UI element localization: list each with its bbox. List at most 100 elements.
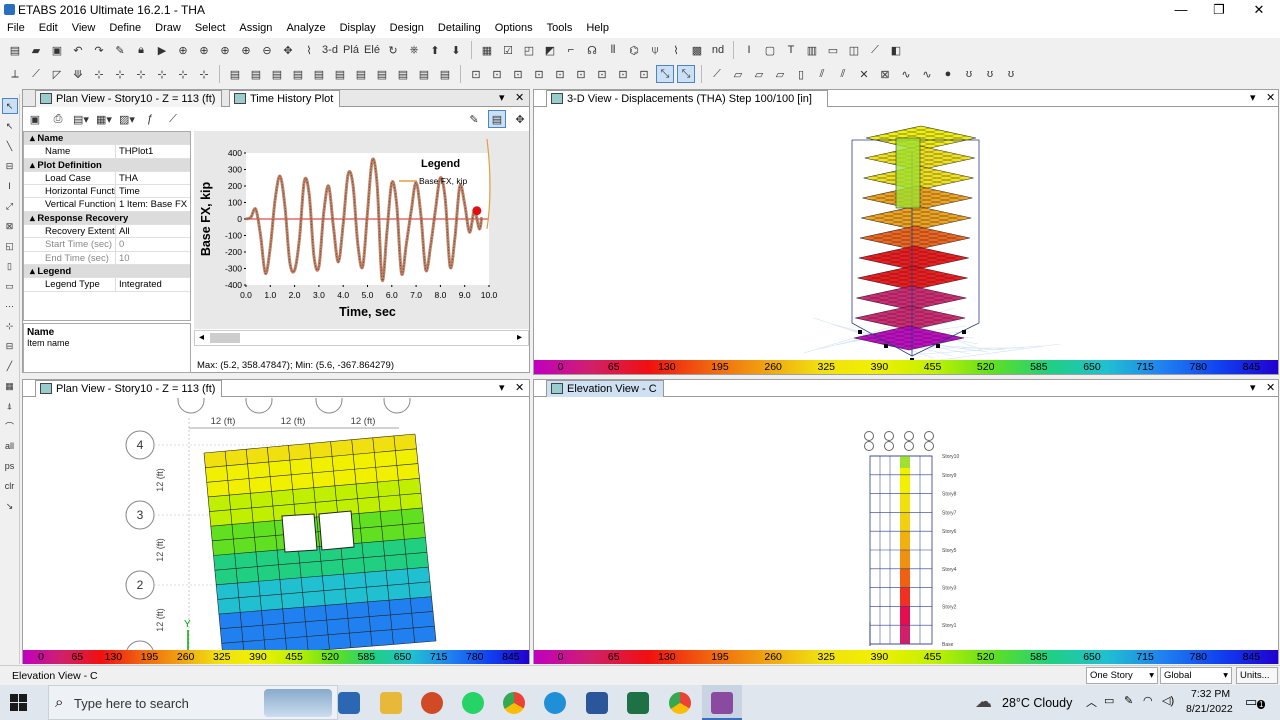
function-icon[interactable]: ƒ (141, 110, 159, 128)
maximize-button[interactable]: ❐ (1200, 0, 1238, 20)
show-forces-icon[interactable]: ⌐ (562, 41, 580, 59)
zoom-window-icon[interactable]: ⊕ (174, 41, 192, 59)
move-plot-icon[interactable]: ✥ (511, 110, 529, 128)
undo-icon[interactable]: ↶ (69, 41, 87, 59)
floor-icon[interactable]: ▭ (824, 41, 842, 59)
draw-brace-icon[interactable]: ⫽ (834, 65, 852, 83)
section-icon[interactable]: ◧ (887, 41, 905, 59)
lock-icon[interactable]: 🔒︎ (132, 41, 150, 59)
scroll-left-icon[interactable]: ◂ (199, 332, 204, 343)
perspective-icon[interactable]: ⎈ (405, 41, 423, 59)
show-stress-icon[interactable]: ⫴ (604, 41, 622, 59)
draw-cross-icon[interactable]: ✕ (855, 65, 873, 83)
taskbar-app-icon[interactable] (627, 692, 649, 714)
coordinate-system-select[interactable]: Global ▾ (1160, 667, 1232, 684)
menu-help[interactable]: Help (579, 20, 616, 36)
menu-file[interactable]: File (0, 20, 32, 36)
prop-row[interactable]: Legend Type Integrated (24, 278, 190, 292)
new-model-icon[interactable]: ▤ (6, 41, 24, 59)
panel-menu-chevron-icon[interactable]: ▾ (499, 91, 505, 104)
divide-icon[interactable]: ▤ (394, 65, 412, 83)
taskbar-chrome2-icon[interactable] (669, 692, 691, 714)
clear-selection-icon[interactable]: ▤ (268, 65, 286, 83)
mesh-icon[interactable]: ▤ (373, 65, 391, 83)
panel-close-icon[interactable]: ✕ (515, 91, 524, 104)
menu-assign[interactable]: Assign (232, 20, 279, 36)
taskbar-explorer-icon[interactable] (380, 692, 402, 714)
draw-rect-icon[interactable]: ⊠ (2, 218, 18, 234)
wall-icon[interactable]: ▢ (761, 41, 779, 59)
rubber-band-icon[interactable]: ⌇ (300, 41, 318, 59)
draw-tendon-icon[interactable]: ⋯ (2, 298, 18, 314)
plan-view-button[interactable]: Plá (342, 41, 360, 59)
design-check-icon[interactable]: ʊ (981, 65, 999, 83)
zoom-in-icon[interactable]: ⊕ (237, 41, 255, 59)
move-up-icon[interactable]: ⬆ (426, 41, 444, 59)
taskbar-chrome-icon[interactable] (503, 692, 525, 714)
brace-icon[interactable]: ▥ (803, 41, 821, 59)
menu-detailing[interactable]: Detailing (431, 20, 488, 36)
draw-spring-icon[interactable]: ∿ (897, 65, 915, 83)
draw-beam-icon[interactable]: ⊟ (2, 158, 18, 174)
scroll-thumb[interactable] (210, 333, 240, 343)
slab-icon[interactable]: ◫ (845, 41, 863, 59)
prop-row[interactable]: Horizontal Functic Time (24, 185, 190, 199)
tab-plan-view[interactable]: Plan View - Story10 - Z = 113 (ft) (35, 90, 223, 107)
menu-design[interactable]: Design (383, 20, 431, 36)
panel-menu-chevron-icon[interactable]: ▾ (1250, 91, 1256, 104)
draw-dimension-icon[interactable]: ⟋ (866, 41, 884, 59)
building-3d-model[interactable] (534, 108, 1278, 360)
panel-close-icon[interactable]: ✕ (1266, 91, 1275, 104)
menu-display[interactable]: Display (333, 20, 383, 36)
snap-mid-icon[interactable]: ⊡ (509, 65, 527, 83)
show-tables-icon[interactable]: ▩ (688, 41, 706, 59)
prop-row[interactable]: Start Time (sec) 0 (24, 238, 190, 252)
assign-diaphragm-icon[interactable]: ⊹ (153, 65, 171, 83)
snap-perp-icon[interactable]: ⊡ (551, 65, 569, 83)
chart-scrollbar[interactable]: ◂ ▸ (194, 330, 529, 346)
minimize-button[interactable]: — (1162, 0, 1200, 20)
draw-reference-icon[interactable]: ⍋ (2, 398, 18, 414)
nd-button[interactable]: nd (709, 41, 727, 59)
edit-plot-icon[interactable]: ✎ (465, 110, 483, 128)
menu-options[interactable]: Options (488, 20, 540, 36)
draw-grid-lines-icon[interactable]: ▦ (2, 378, 18, 394)
design-display-icon[interactable]: ʊ (1002, 65, 1020, 83)
draw-wall-stack-icon[interactable]: ▯ (2, 258, 18, 274)
tab-3d-view[interactable]: 3-D View - Displacements (THA) Step 100/… (546, 90, 828, 107)
clock-time[interactable]: 7:32 PM (1191, 688, 1230, 700)
select-all-icon[interactable]: ▤ (226, 65, 244, 83)
zoom-fit-icon[interactable]: ⊕ (216, 41, 234, 59)
draw-area-icon[interactable]: ▱ (729, 65, 747, 83)
menu-edit[interactable]: Edit (32, 20, 65, 36)
properties-toggle-icon[interactable]: ▤ (488, 110, 506, 128)
close-button[interactable]: ✕ (1240, 0, 1278, 20)
snap-angle-icon[interactable]: ⊡ (635, 65, 653, 83)
draw-floor-icon[interactable]: ▱ (771, 65, 789, 83)
prop-row[interactable]: Recovery Extent All (24, 225, 190, 239)
taskbar-powerpoint-icon[interactable] (421, 692, 443, 714)
replicate-icon[interactable]: ▤ (352, 65, 370, 83)
taskbar-search-box[interactable]: ⌕ Type here to search (48, 685, 338, 720)
draw-braces-icon[interactable]: ⤢ (2, 198, 18, 214)
clear-selection-text-icon[interactable]: clr (2, 478, 18, 494)
rotate-icon[interactable]: ↻ (384, 41, 402, 59)
snap-curve-icon[interactable]: ⤡ (677, 65, 695, 83)
pan-icon[interactable]: ✥ (279, 41, 297, 59)
column-icon[interactable]: I (740, 41, 758, 59)
snap-grid-icon[interactable]: ⊡ (614, 65, 632, 83)
snap-lines-icon[interactable]: ⊡ (572, 65, 590, 83)
previous-selection-icon[interactable]: ps (2, 458, 18, 474)
select-group-icon[interactable]: ▤ (331, 65, 349, 83)
menu-tools[interactable]: Tools (540, 20, 580, 36)
menu-view[interactable]: View (65, 20, 103, 36)
snap-ends-icon[interactable]: ⊡ (488, 65, 506, 83)
show-frame-icon[interactable]: ⌬ (625, 41, 643, 59)
save-plot-icon[interactable]: ▣ (26, 110, 44, 128)
merge-icon[interactable]: ▤ (415, 65, 433, 83)
story-select[interactable]: One Story ▾ (1086, 667, 1158, 684)
select-by-icon[interactable]: ▤ (289, 65, 307, 83)
taskbar-word-icon[interactable] (586, 692, 608, 714)
select-prev-icon[interactable]: ▤ (247, 65, 265, 83)
draw-joint-icon[interactable]: ⊹ (2, 318, 18, 334)
